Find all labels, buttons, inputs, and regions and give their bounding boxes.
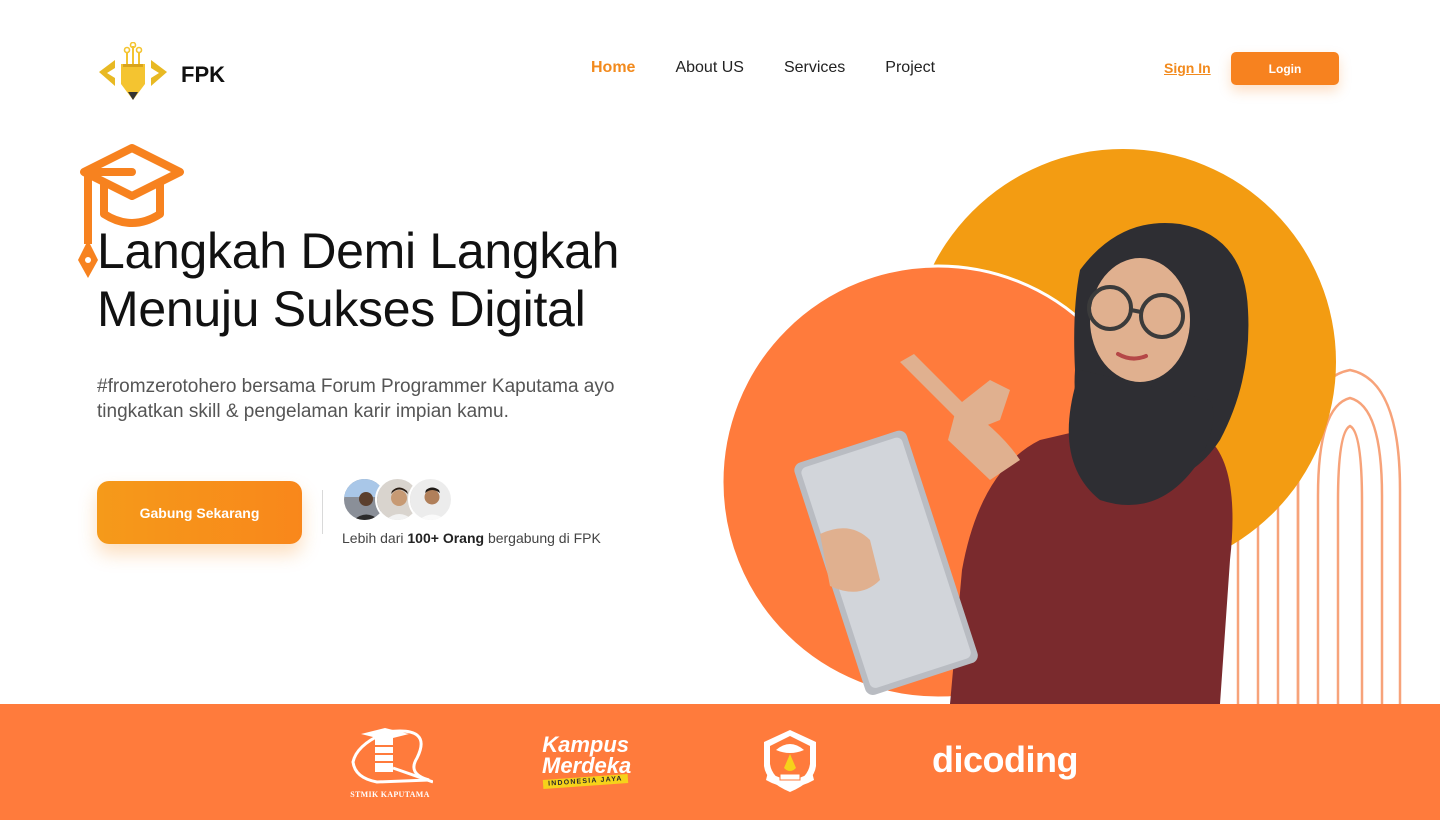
stmik-emblem-icon — [351, 728, 433, 784]
stmik-kaputama-logo: STMIK KAPUTAMA — [340, 728, 440, 799]
brand-logo[interactable]: FPK — [97, 42, 225, 104]
brand-name: FPK — [181, 62, 225, 87]
joined-text: Lebih dari 100+ Orang bergabung di FPK — [342, 530, 601, 546]
stmik-caption: STMIK KAPUTAMA — [350, 790, 430, 799]
joined-prefix: Lebih dari — [342, 530, 404, 546]
hero-title: Langkah Demi Langkah Menuju Sukses Digit… — [97, 222, 717, 338]
partners-strip: STMIK KAPUTAMA Kampus Merdeka INDONESIA … — [0, 704, 1440, 820]
sign-in-link[interactable]: Sign In — [1164, 60, 1211, 76]
kampus-merdeka-logo: Kampus Merdeka INDONESIA JAYA — [540, 732, 632, 789]
tut-wuri-emblem-icon — [764, 730, 816, 792]
hero-title-line-2: Menuju Sukses Digital — [97, 281, 586, 337]
nav-services[interactable]: Services — [784, 58, 845, 78]
dicoding-logo: dicoding — [932, 739, 1078, 780]
hero-title-line-1: Langkah Demi Langkah — [97, 223, 620, 279]
code-pencil-logo-icon — [99, 42, 167, 100]
divider — [322, 490, 323, 534]
hero-subtitle-line-1: #fromzerotohero bersama Forum Programmer… — [97, 376, 615, 397]
hero-subtitle: #fromzerotohero bersama Forum Programmer… — [97, 374, 697, 424]
nav-home[interactable]: Home — [591, 58, 635, 78]
hero-illustration — [720, 149, 1402, 704]
joined-count: 100+ Orang — [407, 530, 485, 546]
kampus-word: Kampus — [542, 732, 630, 757]
avatar — [408, 477, 453, 522]
nav-about-us[interactable]: About US — [675, 58, 743, 78]
hero-subtitle-line-2: tingkatkan skill & pengelaman karir impi… — [97, 401, 509, 422]
login-button[interactable]: Login — [1231, 52, 1339, 85]
tut-wuri-handayani-logo — [752, 728, 828, 796]
nav-project[interactable]: Project — [885, 58, 935, 78]
join-now-button[interactable]: Gabung Sekarang — [97, 481, 302, 544]
main-nav: Home About US Services Project — [591, 58, 935, 78]
joined-suffix: bergabung di FPK — [487, 530, 601, 546]
merdeka-word: Merdeka — [542, 753, 632, 778]
member-avatars — [342, 477, 453, 522]
